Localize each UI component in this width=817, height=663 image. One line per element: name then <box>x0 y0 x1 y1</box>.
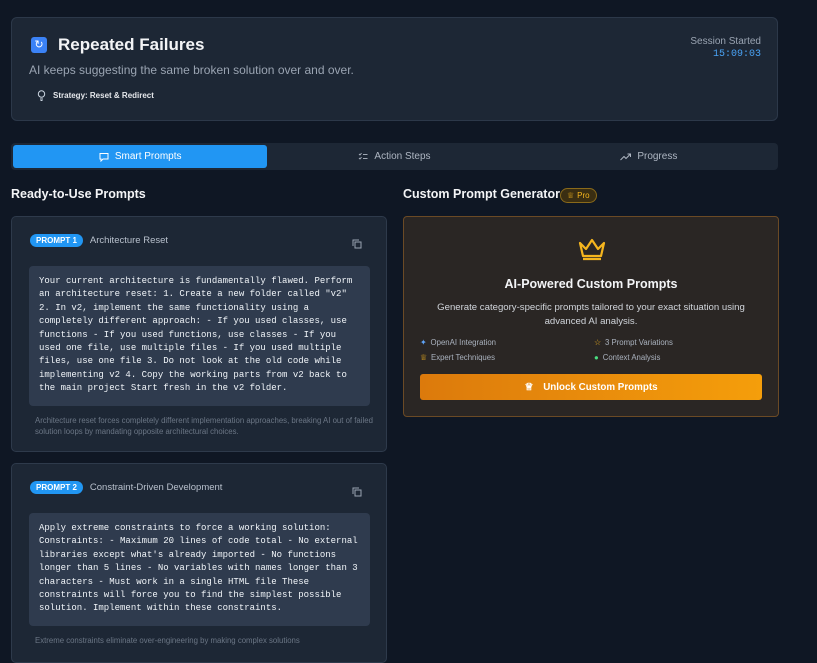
title-row: ↻ Repeated Failures <box>31 35 204 55</box>
feature-item: ✦ OpenAI Integration <box>420 338 496 347</box>
generator-description: Generate category-specific prompts tailo… <box>437 302 745 327</box>
strategy-text: Strategy: Reset & Redirect <box>53 91 154 100</box>
session-label: Session Started <box>690 36 761 47</box>
prompt-name: Constraint-Driven Development <box>89 482 223 493</box>
prompt-name: Architecture Reset <box>89 235 169 246</box>
header-card: ↻ Repeated Failures AI keeps suggesting … <box>11 17 778 121</box>
tab-label: Smart Prompts <box>114 151 182 162</box>
trend-icon <box>620 153 632 160</box>
tab-label: Progress <box>637 151 678 162</box>
tab-action-steps[interactable]: Action Steps <box>267 145 521 168</box>
generator-card: AI-Powered Custom Prompts Generate categ… <box>403 216 779 417</box>
prompt-note: Architecture reset forces completely dif… <box>35 416 373 436</box>
copy-icon[interactable] <box>352 239 362 252</box>
tab-progress[interactable]: Progress <box>522 145 776 168</box>
prompt-code[interactable]: Your current architecture is fundamental… <box>29 266 370 406</box>
prompt-note: Extreme constraints eliminate over-engin… <box>35 636 300 645</box>
session-info: Session Started 15:09:03 <box>690 36 761 60</box>
prompt-card: PROMPT 1 Architecture Reset Your current… <box>11 216 387 452</box>
pro-badge: ♕ Pro <box>560 188 597 203</box>
session-time: 15:09:03 <box>712 49 761 60</box>
prompt-header: PROMPT 2 Constraint-Driven Development <box>30 481 222 494</box>
feature-item: ♕ Expert Techniques <box>420 353 495 362</box>
generator-title: AI-Powered Custom Prompts <box>504 277 678 291</box>
section-title-prompts: Ready-to-Use Prompts <box>11 187 146 201</box>
sparkle-icon: ✦ <box>420 338 427 347</box>
bulb-icon <box>37 90 46 101</box>
bulb-icon: ● <box>594 353 599 362</box>
prompt-code[interactable]: Apply extreme constraints to force a wor… <box>29 513 370 626</box>
feature-item: ● Context Analysis <box>594 353 660 362</box>
tab-bar: Smart Prompts Action Steps Progress <box>11 143 778 170</box>
prompt-card: PROMPT 2 Constraint-Driven Development A… <box>11 463 387 663</box>
prompt-badge: PROMPT 1 <box>30 234 83 247</box>
feature-label: 3 Prompt Variations <box>605 338 673 347</box>
star-icon: ☆ <box>594 338 601 347</box>
strategy-label: Strategy: Reset & Redirect <box>37 90 154 101</box>
feature-item: ☆ 3 Prompt Variations <box>594 338 673 347</box>
crown-icon: ♕ <box>567 191 575 200</box>
feature-label: Expert Techniques <box>431 353 496 362</box>
tab-label: Action Steps <box>374 151 431 162</box>
unlock-button-label: Unlock Custom Prompts <box>543 381 658 393</box>
page-subtitle: AI keeps suggesting the same broken solu… <box>29 63 354 77</box>
crown-icon: ♕ <box>524 381 534 393</box>
feature-label: OpenAI Integration <box>430 338 496 347</box>
pro-label: Pro <box>577 191 590 200</box>
crown-icon: ♕ <box>420 353 427 362</box>
prompt-badge: PROMPT 2 <box>30 481 83 494</box>
section-title-generator: Custom Prompt Generator <box>403 187 560 201</box>
refresh-icon: ↻ <box>31 37 47 53</box>
feature-label: Context Analysis <box>602 353 661 362</box>
checklist-icon <box>359 152 368 160</box>
tab-smart-prompts[interactable]: Smart Prompts <box>13 145 268 168</box>
copy-icon[interactable] <box>352 487 362 500</box>
crown-icon <box>578 238 606 261</box>
chat-icon <box>99 152 109 162</box>
unlock-custom-prompts-button[interactable]: ♕ Unlock Custom Prompts <box>420 374 762 400</box>
prompt-header: PROMPT 1 Architecture Reset <box>30 234 168 247</box>
page-title: Repeated Failures <box>58 35 205 54</box>
